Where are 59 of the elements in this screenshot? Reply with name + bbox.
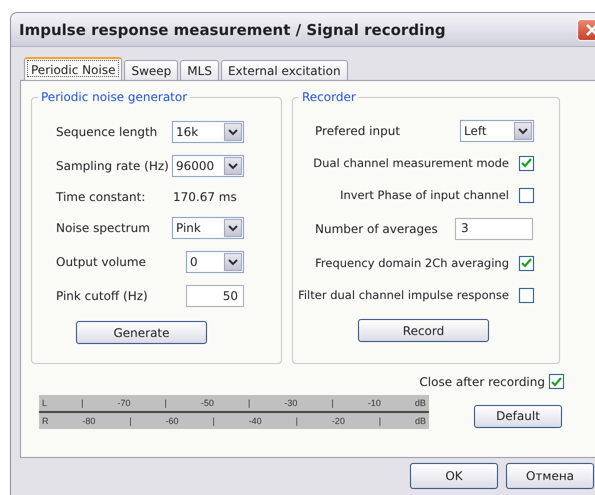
tab[interactable]: Sweep — [124, 60, 178, 80]
field-label: Prefered input — [315, 124, 400, 138]
meter-scale-label: | — [81, 398, 84, 408]
checkbox[interactable] — [519, 288, 534, 302]
checkbox[interactable] — [519, 156, 534, 170]
checkbox-label: Invert Phase of input channel — [340, 188, 509, 202]
tab[interactable]: Periodic Noise — [24, 57, 122, 80]
meter-scale-label: -40 — [248, 416, 262, 426]
generate-button[interactable]: Generate — [76, 321, 207, 344]
checkbox-label: Filter dual channel impulse response — [298, 288, 509, 302]
dropdown[interactable]: Left — [460, 120, 534, 142]
input-field[interactable]: 3 — [455, 218, 533, 240]
dialog-button[interactable]: OK — [410, 463, 498, 489]
meter-scale-label: L — [42, 398, 48, 408]
checkbox-label: Dual channel measurement mode — [313, 156, 509, 170]
field-label: Output volume — [56, 255, 147, 269]
meter-scale-label: -20 — [332, 416, 345, 426]
meter-scale-label: R — [42, 416, 48, 426]
record-button[interactable]: Record — [358, 319, 489, 342]
value-text: 170.67 ms — [172, 190, 237, 204]
checkbox-label: Frequency domain 2Ch averaging — [315, 256, 509, 270]
meter-scale-label: | — [164, 398, 167, 408]
meter-scale-label: -70 — [117, 398, 130, 408]
meter-scale-label: -30 — [284, 398, 298, 408]
window-title: Impulse response measurement / Signal recording — [19, 20, 446, 38]
tab[interactable]: External excitation — [220, 60, 348, 80]
field-label: Pink cutoff (Hz) — [56, 289, 149, 303]
dialog-button[interactable]: Отмена — [506, 463, 594, 489]
meter-scale-label: | — [248, 398, 250, 408]
group-title: Periodic noise generator — [38, 90, 190, 104]
dropdown[interactable]: 16k — [172, 121, 244, 143]
meter-scale-label: | — [212, 416, 215, 426]
meter-scale-label: -80 — [82, 416, 96, 426]
input-field[interactable]: 50 — [186, 285, 244, 307]
meter-scale-label: | — [296, 416, 298, 426]
meter-scale-label: dB — [414, 416, 426, 426]
tab[interactable]: MLS — [180, 60, 219, 80]
meter-scale-label: | — [378, 416, 382, 426]
field-label: Sampling rate (Hz) — [56, 159, 170, 173]
meter-scale-label: -10 — [368, 398, 381, 408]
dropdown[interactable]: 96000 — [172, 155, 244, 177]
meter-scale-label: | — [129, 416, 132, 426]
group-title: Recorder — [299, 90, 359, 104]
dropdown[interactable]: 0 — [186, 251, 244, 273]
meter-scale-label: dB — [414, 398, 426, 408]
field-label: Noise spectrum — [56, 221, 151, 235]
dropdown[interactable]: Pink — [172, 217, 244, 239]
default-button[interactable]: Default — [474, 404, 562, 428]
checkbox[interactable] — [519, 188, 534, 202]
checkbox[interactable] — [549, 374, 564, 389]
meter-scale-label: -60 — [166, 416, 179, 426]
checkbox[interactable] — [519, 256, 534, 270]
meter-scale-label: -50 — [200, 398, 214, 408]
field-label: Sequence length — [56, 125, 158, 139]
checkbox-label: Close after recording — [419, 374, 545, 388]
meter-scale-label: | — [331, 398, 334, 408]
field-label: Number of averages — [315, 222, 439, 236]
field-label: Time constant: — [56, 190, 146, 204]
close-icon — [585, 22, 595, 36]
